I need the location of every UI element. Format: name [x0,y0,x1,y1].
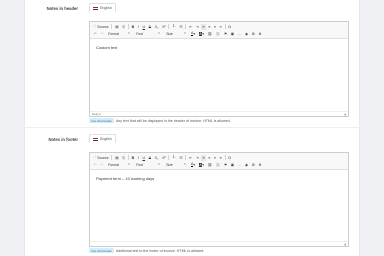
uk-flag-icon [93,137,98,141]
numbered-list-icon[interactable]: ⒈ [170,155,177,161]
horizontal-line-icon[interactable]: ― [236,162,243,168]
editor-toolbar: 🗎 Source ▤ ⎘ B I U S X₂ X² ⒈ ☷ ⇤ ⇥ ≡ ≡ ≡ … [90,153,348,170]
unlink-icon[interactable]: ⛓ [214,31,222,37]
help-text: Additional text to the footer of invoice… [115,248,205,253]
chevron-down-icon: ▼ [157,32,161,35]
superscript-button[interactable]: X² [160,155,167,161]
text-color-button[interactable]: A ▾ [189,31,197,37]
bullet-list-icon[interactable]: ☷ [178,24,185,30]
subscript-button[interactable]: X₂ [153,155,160,161]
editor-content[interactable]: Payment term – 10 working days [90,170,348,187]
source-icon: 🗎 [93,155,97,159]
shortcodes-button[interactable]: Use shortcodes [89,118,114,123]
font-dropdown[interactable]: Font ▼ [133,162,163,168]
notes-footer-label: Notes in footer [48,137,78,142]
indent-icon[interactable]: ⇥ [194,155,201,161]
indent-icon[interactable]: ⇥ [194,24,201,30]
horizontal-line-icon[interactable]: ― [236,31,243,37]
lang-tab-label: English [100,137,112,141]
tab-english-header[interactable]: English [89,3,116,12]
video-icon[interactable]: ◉ [243,31,250,37]
image-icon[interactable]: ▣ [229,162,236,168]
divider [24,127,360,128]
shortcodes-button[interactable]: Use shortcodes [89,248,114,253]
image-icon[interactable]: ▣ [229,31,236,37]
resize-handle-icon[interactable]: ◢ [344,112,346,116]
superscript-button[interactable]: X² [160,24,167,30]
link-icon[interactable]: ⛓ [206,31,214,37]
redo-icon[interactable]: ↷ [99,162,106,168]
footer-help: Use shortcodes Additional text to the fo… [89,248,204,253]
font-dropdown[interactable]: Font ▼ [133,31,163,37]
editor-statusbar: body p ◢ [90,111,348,116]
size-dropdown[interactable]: Size ▼ [163,31,189,37]
flag-icon[interactable]: ⚑ [222,162,229,168]
undo-icon[interactable]: ↶ [92,31,99,37]
footer-notes-editor: 🗎 Source ▤ ⎘ B I U S X₂ X² ⒈ ☷ ⇤ ⇥ ≡ ≡ ≡ … [89,152,349,247]
editor-content[interactable]: Custom text [90,39,348,56]
chevron-down-icon: ▼ [183,32,187,35]
format-dropdown[interactable]: Format ▼ [105,31,133,37]
editor-toolbar: 🗎 Source ▤ ⎘ B I U S X₂ X² ⒈ ☷ ⇤ ⇥ ≡ ≡ ≡ … [90,22,348,39]
unlink-icon[interactable]: ⛓ [214,162,222,168]
paste-icon[interactable]: ⎘ [120,155,126,161]
outdent-icon[interactable]: ⇤ [187,155,194,161]
settings-icon[interactable]: ⚙ [257,31,264,37]
numbered-list-icon[interactable]: ⒈ [170,24,177,30]
outdent-icon[interactable]: ⇤ [187,24,194,30]
special-char-button[interactable]: Ω [227,24,233,30]
template-icon[interactable]: ▤ [113,155,120,161]
format-dropdown[interactable]: Format ▼ [105,162,133,168]
lang-tab-label: English [100,6,112,10]
settings-icon[interactable]: ⚙ [257,162,264,168]
chevron-down-icon: ▼ [157,163,161,166]
justify-icon[interactable]: ≡ [218,155,224,161]
tab-english-footer[interactable]: English [89,134,116,143]
size-dropdown[interactable]: Size ▼ [163,162,189,168]
help-text: Any text that will be displayed in the h… [115,118,231,123]
source-icon: 🗎 [93,24,97,28]
header-help: Use shortcodes Any text that will be dis… [89,118,231,123]
resize-handle-icon[interactable]: ◢ [344,242,346,246]
paste-icon[interactable]: ⎘ [120,24,126,30]
link-icon[interactable]: ⛓ [206,162,214,168]
special-char-button[interactable]: Ω [227,155,233,161]
table-icon[interactable]: ⊞ [250,31,257,37]
notes-header-label: Notes in header [46,6,78,11]
chevron-down-icon: ▼ [127,163,131,166]
source-button[interactable]: 🗎 Source [92,155,110,161]
text-color-button[interactable]: A ▾ [189,162,197,168]
flag-icon[interactable]: ⚑ [222,31,229,37]
bg-color-button[interactable]: A ▾ [197,162,206,168]
video-icon[interactable]: ◉ [243,162,250,168]
bg-color-button[interactable]: A ▾ [197,31,206,37]
source-button[interactable]: 🗎 Source [92,24,110,30]
table-icon[interactable]: ⊞ [250,162,257,168]
header-notes-editor: 🗎 Source ▤ ⎘ B I U S X₂ X² ⒈ ☷ ⇤ ⇥ ≡ ≡ ≡ … [89,21,349,117]
bullet-list-icon[interactable]: ☷ [178,155,185,161]
justify-icon[interactable]: ≡ [218,24,224,30]
chevron-down-icon: ▼ [183,163,187,166]
subscript-button[interactable]: X₂ [153,24,160,30]
editor-statusbar: ◢ [90,241,348,246]
uk-flag-icon [93,6,98,10]
element-path: body p [92,112,102,116]
redo-icon[interactable]: ↷ [99,31,106,37]
chevron-down-icon: ▼ [127,32,131,35]
template-icon[interactable]: ▤ [113,24,120,30]
undo-icon[interactable]: ↶ [92,162,99,168]
